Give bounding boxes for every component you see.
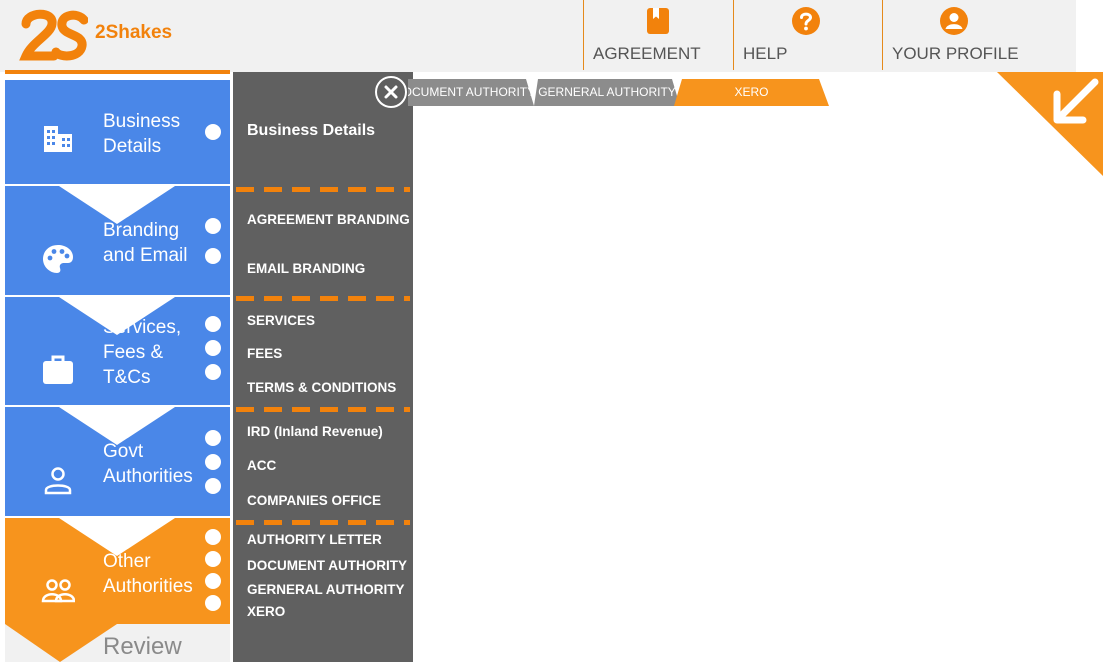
nav-your-profile-label: YOUR PROFILE — [892, 44, 1019, 63]
submenu-panel — [233, 72, 413, 662]
nav-help-label: HELP — [743, 44, 788, 63]
progress-dot[interactable] — [205, 124, 221, 140]
section-divider — [236, 187, 410, 192]
step-other-authorities-label: Other Authorities — [103, 551, 193, 597]
step-services-fees-tcs-label: Services, Fees & T&Cs — [103, 317, 182, 388]
section-divider — [236, 407, 410, 412]
nav-your-profile[interactable]: YOUR PROFILE — [882, 0, 1076, 70]
menu-link-companies-office[interactable]: COMPANIES OFFICE — [247, 493, 381, 508]
tab-xero[interactable]: XERO — [674, 78, 829, 106]
section-divider — [236, 520, 410, 525]
briefcase-icon — [43, 355, 73, 384]
logo-divider — [5, 70, 230, 74]
menu-link-email-branding[interactable]: EMAIL BRANDING — [247, 261, 365, 276]
building-icon — [44, 126, 72, 152]
tab-xero-label: XERO — [734, 85, 769, 99]
app-header: 2Shakes AGREEMENT HELP YOUR PROFILE — [0, 0, 1076, 72]
brand-name: 2Shakes — [95, 22, 173, 43]
section-divider — [236, 296, 410, 301]
close-panel-button[interactable] — [375, 76, 407, 108]
step-govt-authorities-label: Govt Authorities — [103, 441, 193, 487]
person-icon — [44, 467, 72, 495]
tab-gerneral-authority-label: GERNERAL AUTHORITY — [538, 85, 676, 99]
tab-gerneral-authority[interactable]: GERNERAL AUTHORITY — [534, 78, 680, 106]
nav-help[interactable]: HELP — [733, 0, 882, 70]
progress-dot[interactable] — [205, 529, 221, 545]
progress-dot[interactable] — [205, 551, 221, 567]
step-services-fees-tcs[interactable]: Services, Fees & T&Cs — [5, 295, 230, 405]
step-business-details[interactable]: Business Details — [5, 80, 230, 184]
progress-dot[interactable] — [205, 573, 221, 589]
menu-link-document-authority[interactable]: DOCUMENT AUTHORITY — [247, 558, 407, 573]
menu-link-xero[interactable]: XERO — [247, 604, 285, 619]
menu-link-authority-letter[interactable]: AUTHORITY LETTER — [247, 532, 382, 547]
menu-link-ird[interactable]: IRD (Inland Revenue) — [247, 424, 383, 439]
group-icon — [41, 579, 75, 603]
close-icon — [384, 85, 398, 99]
menu-link-fees[interactable]: FEES — [247, 346, 282, 361]
step-branding-and-email-label: Branding and Email — [103, 220, 188, 266]
tab-document-authority-label: DOCUMENT AUTHORITY — [408, 85, 534, 99]
progress-dot[interactable] — [205, 478, 221, 494]
panel-title-business-details[interactable]: Business Details — [247, 122, 375, 140]
progress-dot[interactable] — [205, 430, 221, 446]
nav-agreement-label: AGREEMENT — [593, 44, 701, 63]
progress-dot[interactable] — [205, 316, 221, 332]
progress-dot[interactable] — [205, 218, 221, 234]
collapse-corner-button[interactable] — [997, 72, 1103, 176]
menu-link-terms-conditions[interactable]: TERMS & CONDITIONS — [247, 380, 396, 395]
palette-icon — [43, 245, 73, 273]
step-branding-and-email[interactable]: Branding and Email — [5, 184, 230, 295]
menu-link-gerneral-authority[interactable]: GERNERAL AUTHORITY — [247, 582, 405, 597]
nav-agreement[interactable]: AGREEMENT — [583, 0, 733, 70]
user-icon — [940, 7, 968, 35]
menu-link-acc[interactable]: ACC — [247, 458, 276, 473]
step-review[interactable]: Review — [103, 633, 182, 661]
book-icon — [647, 8, 669, 34]
progress-dot[interactable] — [205, 595, 221, 611]
progress-dot[interactable] — [205, 454, 221, 470]
tab-document-authority[interactable]: DOCUMENT AUTHORITY — [408, 78, 534, 106]
step-business-details-label: Business Details — [103, 111, 181, 157]
menu-link-services[interactable]: SERVICES — [247, 313, 315, 328]
step-govt-authorities[interactable]: Govt Authorities — [5, 405, 230, 516]
progress-dot[interactable] — [205, 340, 221, 356]
progress-dot[interactable] — [205, 248, 221, 264]
2shakes-logo[interactable] — [18, 8, 88, 62]
menu-link-agreement-branding[interactable]: AGREEMENT BRANDING — [247, 212, 410, 227]
progress-dot[interactable] — [205, 364, 221, 380]
help-icon — [792, 7, 820, 35]
